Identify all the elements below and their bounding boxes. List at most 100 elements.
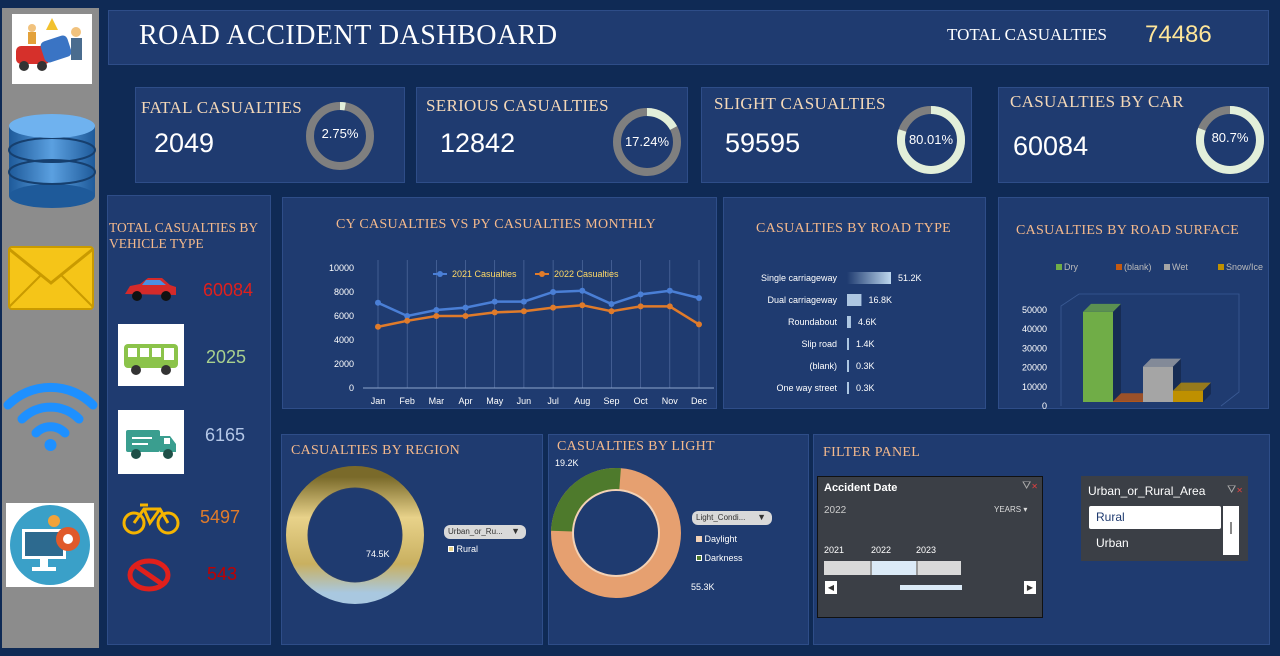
clear-filter-icon[interactable]: ⛛✕ xyxy=(1022,480,1038,493)
y-tick-label: 4000 xyxy=(334,335,354,345)
area-option-rural[interactable]: Rural xyxy=(1089,506,1221,529)
y-tick-label: 2000 xyxy=(334,359,354,369)
x-tick-label: Oct xyxy=(634,396,649,406)
mail-icon[interactable] xyxy=(7,243,95,313)
timeline-selected-range: 2022 xyxy=(824,505,847,516)
timeline-header: Accident Date xyxy=(824,482,898,494)
timeline-year-2023[interactable]: 2023 xyxy=(916,545,936,555)
data-point xyxy=(491,309,498,316)
scroll-left-button[interactable]: ◀ xyxy=(825,581,837,594)
data-point xyxy=(696,321,702,328)
region-value-label: 74.5K xyxy=(366,549,390,559)
bar-value-label: 0.3K xyxy=(856,361,875,371)
data-point xyxy=(520,298,527,305)
prohibited-icon xyxy=(126,558,172,597)
y-tick-label: 30000 xyxy=(1022,343,1047,353)
wifi-icon[interactable] xyxy=(2,363,99,453)
series-line xyxy=(377,303,700,329)
data-point xyxy=(491,298,498,305)
sidebar xyxy=(2,8,99,648)
y-tick-label: 0 xyxy=(1042,401,1047,410)
legend-marker xyxy=(539,271,545,277)
kpi-label: FATAL CASUALTIES xyxy=(141,98,303,117)
vehicle-title-line1: TOTAL CASUALTIES BY xyxy=(109,220,259,235)
bus-icon xyxy=(118,324,184,386)
timeline-selection-bar[interactable] xyxy=(870,561,918,575)
kpi-card-serious: SERIOUS CASUALTIES 12842 17.24% xyxy=(416,87,688,183)
category-label: Slip road xyxy=(801,339,837,349)
kpi-percent: 2.75% xyxy=(321,126,359,141)
legend-label: 2022 Casualties xyxy=(554,269,619,279)
legend-swatch xyxy=(1218,264,1224,270)
light-title: CASUALTIES BY LIGHT xyxy=(557,439,715,454)
kpi-value: 60084 xyxy=(1013,131,1089,161)
legend-swatch xyxy=(696,555,702,561)
legend-label-darkness: Darkness xyxy=(704,553,743,563)
x-tick-label: Jun xyxy=(517,396,532,406)
kpi-label: SLIGHT CASUALTIES xyxy=(714,94,886,113)
timeline-scrollbar[interactable] xyxy=(900,585,962,590)
bar xyxy=(1143,366,1173,402)
page-title: ROAD ACCIDENT DASHBOARD xyxy=(139,20,558,51)
legend-swatch xyxy=(448,546,454,552)
scroll-right-button[interactable]: ▶ xyxy=(1024,581,1036,594)
data-point xyxy=(579,302,586,309)
x-tick-label: Sep xyxy=(603,396,619,406)
legend-label-rural: Rural xyxy=(456,544,479,554)
area-option-urban[interactable]: Urban xyxy=(1089,532,1221,555)
legend-label: (blank) xyxy=(1124,262,1152,272)
total-casualties-value: 74486 xyxy=(1145,21,1212,48)
bar xyxy=(1113,401,1143,402)
light-filter-button[interactable]: Light_Condi... ▼ xyxy=(692,511,772,525)
vehicle-value-bicycle: 5497 xyxy=(200,507,241,527)
kpi-card-slight: SLIGHT CASUALTIES 59595 80.01% xyxy=(701,87,972,183)
clear-filter-icon[interactable]: ⛛✕ xyxy=(1227,484,1243,497)
category-label: Roundabout xyxy=(788,317,838,327)
y-tick-label: 50000 xyxy=(1022,305,1047,315)
legend-label-daylight: Daylight xyxy=(704,534,738,544)
region-donut xyxy=(286,466,424,604)
region-filter-button[interactable]: Urban_or_Ru... ▼ xyxy=(444,525,526,539)
data-point xyxy=(550,289,557,295)
van-icon xyxy=(118,410,184,474)
bar-side xyxy=(1113,303,1121,402)
vehicle-panel-title: TOTAL CASUALTIES BY VEHICLE TYPE xyxy=(109,220,258,252)
bar xyxy=(847,360,849,372)
data-point xyxy=(550,304,557,311)
bar-value-label: 1.4K xyxy=(856,339,875,349)
x-tick-label: Aug xyxy=(574,396,590,406)
slicer-scrollbar[interactable] xyxy=(1223,506,1239,555)
light-legend: Daylight Darkness xyxy=(696,530,743,568)
region-panel: CASUALTIES BY REGION 74.5K Urban_or_Ru..… xyxy=(281,434,543,645)
data-point xyxy=(608,308,615,315)
kpi-value: 12842 xyxy=(440,128,516,158)
legend-label: Wet xyxy=(1172,262,1188,272)
region-filter-label: Urban_or_Ru... xyxy=(448,527,503,536)
filter-panel-title: FILTER PANEL xyxy=(823,445,921,460)
timeline-slicer: Accident Date ⛛✕ 2022 YEARS ▾ 2021 2022 … xyxy=(817,476,1043,618)
timeline-year-2021[interactable]: 2021 xyxy=(824,545,844,555)
database-icon[interactable] xyxy=(7,110,97,210)
light-filter-label: Light_Condi... xyxy=(696,513,746,522)
kpi-percent: 80.7% xyxy=(1211,130,1249,145)
data-point xyxy=(520,308,527,315)
data-point xyxy=(666,303,673,310)
bar-value-label: 51.2K xyxy=(898,273,922,283)
data-point xyxy=(375,323,381,330)
filter-icon: ▼ xyxy=(757,512,766,522)
y-tick-label: 10000 xyxy=(1022,382,1047,392)
timeline-year-2022[interactable]: 2022 xyxy=(871,545,891,555)
legend-swatch xyxy=(696,536,702,542)
legend-swatch xyxy=(1056,264,1062,270)
vehicle-title-line2: VEHICLE TYPE xyxy=(109,236,204,251)
data-point xyxy=(666,287,673,294)
vehicle-value-other: 543 xyxy=(207,564,238,584)
settings-computer-icon[interactable] xyxy=(6,503,94,587)
road-surface-chart: Dry (blank) Wet Snow/Ice 0 10000 20000 30000 400… xyxy=(1022,262,1263,410)
timeline-period-dropdown[interactable]: YEARS ▾ xyxy=(994,505,1027,514)
light-panel: CASUALTIES BY LIGHT 19.2K 55.3K Light_Co… xyxy=(548,434,809,645)
category-label: (blank) xyxy=(809,361,837,371)
timeline-period-label: YEARS xyxy=(994,505,1022,514)
vehicle-type-panel: TOTAL CASUALTIES BY VEHICLE TYPE 60084 2… xyxy=(107,195,271,645)
accident-image-icon[interactable] xyxy=(12,14,92,84)
